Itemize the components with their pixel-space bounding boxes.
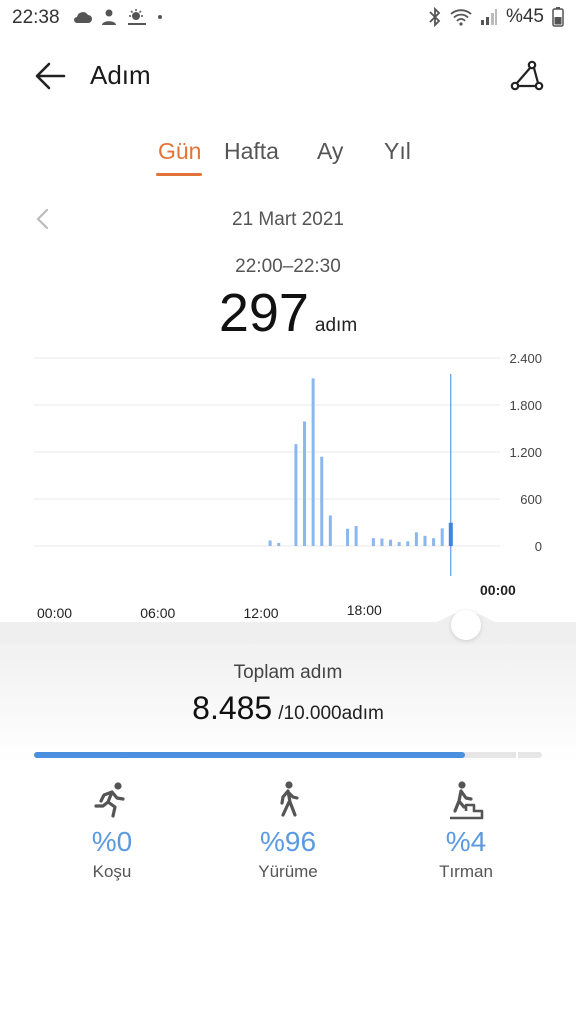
running-label: Koşu (92, 862, 132, 881)
walking-label: Yürüme (258, 862, 318, 881)
selected-tick-label: 00:00 (480, 582, 516, 598)
user-icon (102, 9, 116, 25)
chart-bar[interactable] (432, 538, 436, 546)
climbing-label: Tırman (439, 862, 493, 881)
cloud-icon (74, 12, 92, 23)
chart-bar[interactable] (414, 532, 418, 546)
date-row: 21 Mart 2021 (0, 205, 576, 235)
chart-bar[interactable] (380, 538, 384, 546)
page-title: Adım (90, 60, 151, 90)
total-steps-row: 8.485/10.000adım (0, 690, 576, 727)
tab-day[interactable]: Gün (158, 138, 201, 165)
walking-percent: %96 (259, 826, 317, 857)
y-tick-label: 0 (535, 539, 542, 554)
tab-year[interactable]: Yıl (384, 138, 411, 165)
back-button[interactable] (30, 56, 70, 96)
y-tick-label: 600 (520, 492, 542, 507)
app-bar: Adım (0, 48, 576, 100)
steps-chart[interactable]: 2.400 1.800 1.200 600 0 00:00 06:00 12:00 18:00… (0, 340, 576, 630)
period-tabs: Gün Hafta Ay Yıl (0, 138, 576, 188)
running-percent: %0 (91, 826, 133, 857)
total-steps-label: Toplam adım (233, 662, 343, 683)
chart-bar[interactable] (268, 540, 272, 546)
walking-icon (280, 781, 299, 817)
chart-bar[interactable] (389, 539, 393, 546)
activity-climbing: %4 Tırman (386, 780, 546, 882)
y-tick-label: 1.800 (509, 398, 542, 413)
selected-range: 22:00–22:30 (235, 256, 341, 277)
chart-bar[interactable] (354, 526, 358, 546)
status-time: 22:38 (12, 7, 60, 28)
battery-level: %45 (505, 6, 544, 27)
goal-progress-fill (34, 752, 466, 758)
chart-bar[interactable] (406, 541, 410, 546)
bluetooth-icon (429, 7, 441, 27)
y-tick-label: 1.200 (509, 445, 542, 460)
route-icon (510, 60, 544, 91)
battery-icon (552, 7, 564, 27)
status-right: %45 (428, 6, 564, 28)
selected-steps: 297 adım (0, 282, 576, 344)
running-icon (94, 782, 125, 818)
climbing-percent: %4 (445, 826, 487, 857)
chart-scrubber-handle[interactable] (451, 610, 481, 640)
status-left-icons (72, 8, 164, 26)
sun-cloud-icon (128, 9, 146, 25)
tab-week[interactable]: Hafta (224, 138, 279, 165)
signal-icon (480, 9, 497, 25)
status-bar: 22:38 %45 (0, 0, 576, 36)
chart-bar[interactable] (423, 535, 427, 546)
selected-steps-value: 297 (218, 283, 309, 343)
chart-bar[interactable] (346, 528, 350, 546)
wifi-icon (450, 9, 472, 26)
climbing-icon (450, 781, 484, 820)
chart-bar[interactable] (294, 444, 298, 546)
chart-bar[interactable] (397, 542, 401, 546)
chart-bar[interactable] (320, 456, 324, 546)
goal-progress-bar (34, 752, 542, 758)
selected-steps-unit: adım (314, 315, 358, 336)
panel-curve (0, 612, 576, 644)
total-steps-value: 8.485 (192, 690, 273, 726)
tab-month[interactable]: Ay (317, 138, 343, 165)
chart-bar[interactable] (328, 515, 332, 546)
progress-marker (516, 752, 518, 758)
chart-bar[interactable] (277, 542, 281, 546)
chart-bar[interactable] (311, 378, 315, 546)
route-button[interactable] (506, 56, 546, 96)
arrow-left-icon (35, 62, 66, 90)
date-label: 21 Mart 2021 (232, 209, 344, 230)
step-goal: /10.000adım (278, 703, 384, 724)
chart-bar[interactable] (440, 528, 444, 546)
dot-icon (158, 15, 162, 19)
chart-bar[interactable] (371, 538, 375, 546)
activity-running: %0 Koşu (32, 780, 192, 882)
activity-walking: %96 Yürüme (208, 780, 368, 882)
tab-underline (156, 173, 202, 176)
chart-bar[interactable] (303, 421, 307, 546)
y-tick-label: 2.400 (509, 351, 542, 366)
